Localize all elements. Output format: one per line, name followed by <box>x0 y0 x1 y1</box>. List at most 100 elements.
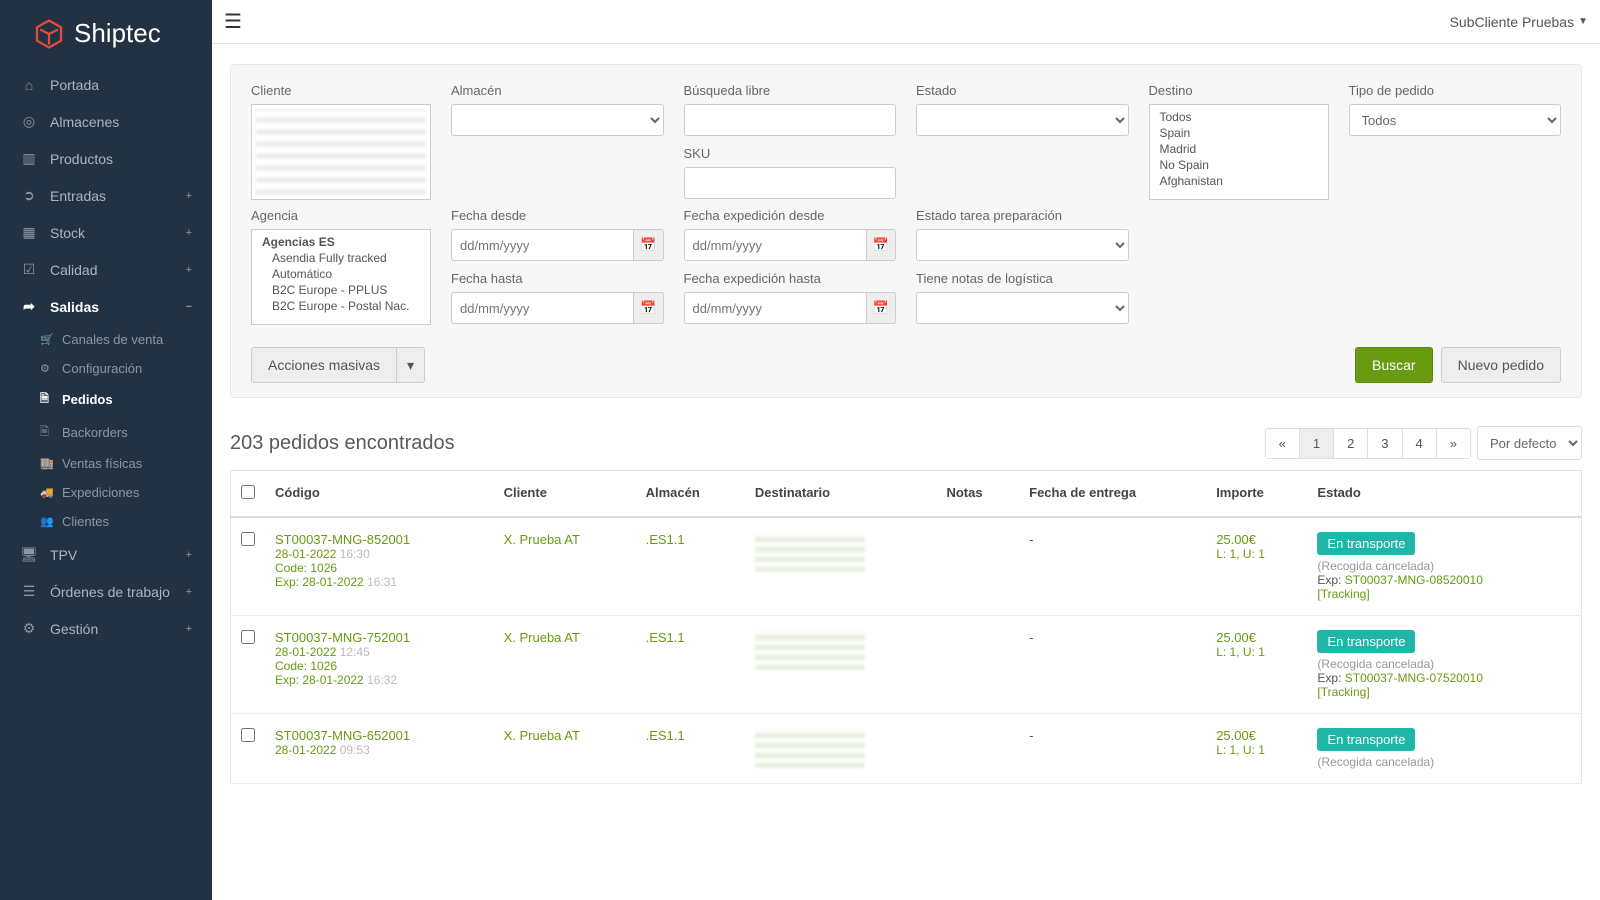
page-2[interactable]: 2 <box>1334 429 1368 458</box>
page-1[interactable]: 1 <box>1300 429 1334 458</box>
order-almacen[interactable]: .ES1.1 <box>636 517 745 616</box>
calendar-icon[interactable]: 📅 <box>634 229 663 261</box>
subnav-label: Canales de venta <box>62 332 163 347</box>
acciones-masivas-group: Acciones masivas ▾ <box>251 347 425 383</box>
sku-input[interactable] <box>684 167 897 199</box>
order-almacen[interactable]: .ES1.1 <box>636 616 745 714</box>
tipo-select[interactable]: Todos <box>1349 104 1562 136</box>
label-tipo: Tipo de pedido <box>1349 83 1562 98</box>
order-notas <box>936 714 1019 784</box>
subnav-canales[interactable]: 🛒Canales de venta <box>0 325 212 354</box>
acciones-masivas-button[interactable]: Acciones masivas <box>251 347 397 383</box>
agencia-group: Agencias ES <box>252 234 430 250</box>
fecha-hasta-input[interactable] <box>451 292 634 324</box>
subnav-ventas[interactable]: 🏬Ventas físicas <box>0 449 212 478</box>
calendar-icon[interactable]: 📅 <box>867 229 896 261</box>
th-importe: Importe <box>1206 471 1307 518</box>
order-cliente[interactable]: X. Prueba AT <box>494 714 636 784</box>
destino-opt[interactable]: No Spain <box>1150 157 1328 173</box>
row-checkbox[interactable] <box>241 728 255 742</box>
tracking-link[interactable]: [Tracking] <box>1317 587 1571 601</box>
nav-salidas[interactable]: ➦Salidas− <box>0 288 212 325</box>
subnav-label: Pedidos <box>62 392 113 407</box>
subnav-label: Backorders <box>62 425 128 440</box>
order-almacen[interactable]: .ES1.1 <box>636 714 745 784</box>
order-cliente[interactable]: X. Prueba AT <box>494 517 636 616</box>
subnav-config[interactable]: ⚙Configuración <box>0 354 212 383</box>
sort-select[interactable]: Por defecto <box>1477 426 1582 460</box>
orders-table: Código Cliente Almacén Destinatario Nota… <box>230 470 1582 784</box>
th-estado: Estado <box>1307 471 1581 518</box>
nuevo-pedido-button[interactable]: Nuevo pedido <box>1441 347 1561 383</box>
calendar-icon[interactable]: 📅 <box>867 292 896 324</box>
page-next[interactable]: » <box>1437 429 1470 458</box>
estado-tarea-select[interactable] <box>916 229 1129 261</box>
nav-tpv[interactable]: 🖥TPV+ <box>0 536 212 573</box>
destino-opt[interactable]: Todos <box>1150 109 1328 125</box>
tracking-link[interactable]: [Tracking] <box>1317 685 1571 699</box>
th-fecha: Fecha de entrega <box>1019 471 1206 518</box>
check-icon: ☑ <box>20 261 38 278</box>
exp-link[interactable]: ST00037-MNG-08520010 <box>1345 573 1483 587</box>
calendar-icon[interactable]: 📅 <box>634 292 663 324</box>
exp-desde-input[interactable] <box>684 229 867 261</box>
nav-stock[interactable]: ▦Stock+ <box>0 214 212 251</box>
order-lu: L: 1, U: 1 <box>1216 645 1297 659</box>
exp-hasta-input[interactable] <box>684 292 867 324</box>
order-code-link[interactable]: ST00037-MNG-752001 <box>275 630 484 645</box>
estado-select[interactable] <box>916 104 1129 136</box>
destino-listbox[interactable]: Todos Spain Madrid No Spain Afghanistan <box>1149 104 1329 200</box>
signout-icon: ➦ <box>20 298 38 315</box>
page-prev[interactable]: « <box>1266 429 1300 458</box>
nav-label: Stock <box>50 225 85 241</box>
user-name: SubCliente Pruebas <box>1450 14 1575 30</box>
chevron-down-icon: ▼ <box>1578 16 1588 27</box>
subnav-pedidos[interactable]: 🗎Pedidos <box>0 383 212 416</box>
order-code-link[interactable]: ST00037-MNG-652001 <box>275 728 484 743</box>
nav-gestion[interactable]: ⚙Gestión+ <box>0 610 212 647</box>
brand-text: Shiptec <box>74 18 161 49</box>
nav-label: Portada <box>50 77 99 93</box>
agencia-opt[interactable]: B2C Europe - Postal Nac. <box>252 298 430 314</box>
page-3[interactable]: 3 <box>1368 429 1402 458</box>
acciones-caret-button[interactable]: ▾ <box>397 347 425 383</box>
agencia-opt[interactable]: B2C Europe - PPLUS <box>252 282 430 298</box>
exp-link[interactable]: ST00037-MNG-07520010 <box>1345 671 1483 685</box>
buscar-button[interactable]: Buscar <box>1355 347 1433 383</box>
order-code-link[interactable]: ST00037-MNG-852001 <box>275 532 484 547</box>
th-destinatario: Destinatario <box>745 471 937 518</box>
select-all-checkbox[interactable] <box>241 485 255 499</box>
user-menu[interactable]: SubCliente Pruebas ▼ <box>1450 14 1588 30</box>
row-checkbox[interactable] <box>241 630 255 644</box>
agencia-listbox[interactable]: Agencias ES Asendia Fully tracked Automá… <box>251 229 431 325</box>
subnav-clientes[interactable]: 👥Clientes <box>0 507 212 536</box>
fecha-desde-input[interactable] <box>451 229 634 261</box>
order-date: 28-01-2022 09:53 <box>275 743 484 757</box>
label-fecha-hasta: Fecha hasta <box>451 271 664 286</box>
nav-productos[interactable]: ▥Productos <box>0 140 212 177</box>
nav-almacenes[interactable]: ◎Almacenes <box>0 103 212 140</box>
nav-entradas[interactable]: ➲Entradas+ <box>0 177 212 214</box>
agencia-opt[interactable]: Asendia Fully tracked <box>252 250 430 266</box>
th-cliente: Cliente <box>494 471 636 518</box>
cliente-listbox[interactable] <box>251 104 431 200</box>
hamburger-icon[interactable]: ☰ <box>224 9 242 34</box>
destino-opt[interactable]: Afghanistan <box>1150 173 1328 189</box>
label-almacen: Almacén <box>451 83 664 98</box>
tiene-notas-select[interactable] <box>916 292 1129 324</box>
destino-opt[interactable]: Spain <box>1150 125 1328 141</box>
agencia-opt[interactable]: Automático <box>252 266 430 282</box>
page-4[interactable]: 4 <box>1403 429 1437 458</box>
almacen-select[interactable] <box>451 104 664 136</box>
nav-calidad[interactable]: ☑Calidad+ <box>0 251 212 288</box>
busqueda-input[interactable] <box>684 104 897 136</box>
nav-ordenes[interactable]: ☰Órdenes de trabajo+ <box>0 573 212 610</box>
nav-portada[interactable]: ⌂Portada <box>0 67 212 103</box>
order-cliente[interactable]: X. Prueba AT <box>494 616 636 714</box>
order-date: 28-01-2022 16:30 <box>275 547 484 561</box>
subnav-backorders[interactable]: 🗎Backorders <box>0 416 212 449</box>
subnav-expediciones[interactable]: 🚚Expediciones <box>0 478 212 507</box>
row-checkbox[interactable] <box>241 532 255 546</box>
destino-opt[interactable]: Madrid <box>1150 141 1328 157</box>
destinatario-redacted <box>755 630 865 670</box>
